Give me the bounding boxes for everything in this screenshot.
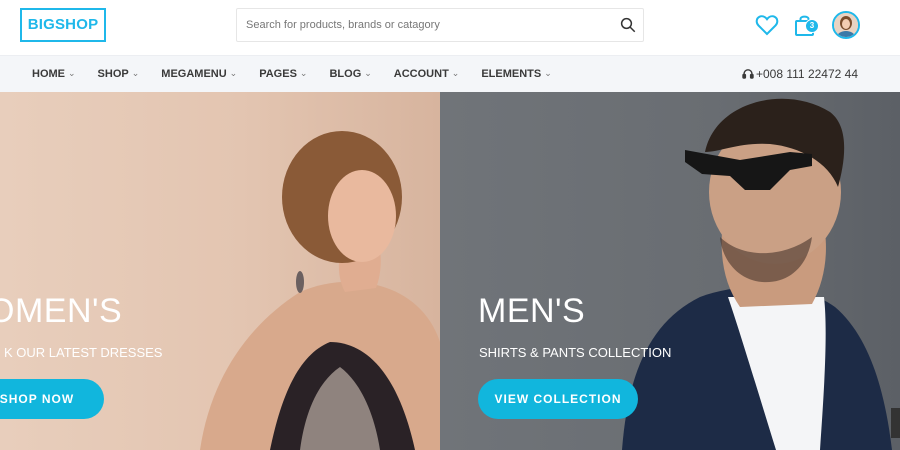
nav-item-label: SHOP bbox=[97, 68, 129, 80]
hero-women-banner: OMEN'S K OUR LATEST DRESSES SHOP NOW bbox=[0, 92, 440, 450]
shop-now-button[interactable]: SHOP NOW bbox=[0, 379, 104, 419]
nav-item-label: ELEMENTS bbox=[481, 68, 542, 80]
headset-icon bbox=[742, 69, 754, 79]
nav-item-account[interactable]: ACCOUNT ⌄ bbox=[394, 56, 460, 93]
search-bar bbox=[236, 8, 644, 42]
chevron-down-icon: ⌄ bbox=[364, 68, 372, 78]
main-nav: HOME ⌄ SHOP ⌄ MEGAMENU ⌄ PAGES ⌄ BLOG ⌄ ACCOU… bbox=[0, 55, 900, 92]
scroll-to-top-handle[interactable] bbox=[891, 408, 900, 438]
men-hero-title: MEN'S bbox=[478, 292, 586, 330]
chevron-down-icon: ⌄ bbox=[229, 68, 238, 78]
view-collection-button[interactable]: VIEW COLLECTION bbox=[478, 379, 638, 419]
chevron-down-icon: ⌄ bbox=[68, 68, 76, 78]
phone-number: +008 111 22472 44 bbox=[756, 67, 858, 81]
chevron-down-icon: ⌄ bbox=[451, 68, 460, 78]
nav-item-label: HOME bbox=[32, 68, 65, 80]
search-icon[interactable] bbox=[619, 16, 637, 34]
nav-item-megamenu[interactable]: MEGAMENU ⌄ bbox=[161, 56, 237, 93]
site-header: BIGSHOP 3 bbox=[0, 0, 900, 55]
brand-logo[interactable]: BIGSHOP bbox=[20, 8, 106, 42]
nav-item-label: ACCOUNT bbox=[393, 68, 449, 80]
men-hero-subtitle: SHIRTS & PANTS COLLECTION bbox=[479, 345, 672, 360]
cart-count-badge: 3 bbox=[805, 19, 819, 33]
nav-item-pages[interactable]: PAGES ⌄ bbox=[259, 56, 307, 93]
nav-item-label: MEGAMENU bbox=[161, 68, 227, 80]
women-hero-title: OMEN'S bbox=[0, 292, 123, 330]
heart-icon[interactable] bbox=[754, 12, 780, 38]
search-input[interactable] bbox=[237, 9, 607, 41]
nav-item-home[interactable]: HOME ⌄ bbox=[32, 56, 76, 93]
nav-item-label: PAGES bbox=[259, 68, 297, 80]
nav-item-label: BLOG bbox=[329, 68, 362, 80]
avatar-icon bbox=[834, 13, 858, 37]
nav-item-elements[interactable]: ELEMENTS ⌄ bbox=[481, 56, 551, 93]
chevron-down-icon: ⌄ bbox=[131, 68, 140, 78]
nav-item-blog[interactable]: BLOG ⌄ bbox=[329, 56, 371, 93]
nav-menu: HOME ⌄ SHOP ⌄ MEGAMENU ⌄ PAGES ⌄ BLOG ⌄ ACCOU… bbox=[32, 56, 574, 93]
chevron-down-icon: ⌄ bbox=[299, 68, 308, 78]
chevron-down-icon: ⌄ bbox=[544, 68, 552, 78]
women-hero-subtitle: K OUR LATEST DRESSES bbox=[4, 345, 163, 360]
hero-men-banner: MEN'S SHIRTS & PANTS COLLECTION VIEW COL… bbox=[440, 92, 900, 450]
support-phone[interactable]: +008 111 22472 44 bbox=[742, 56, 858, 92]
nav-item-shop[interactable]: SHOP ⌄ bbox=[98, 56, 140, 93]
avatar[interactable] bbox=[832, 11, 860, 39]
